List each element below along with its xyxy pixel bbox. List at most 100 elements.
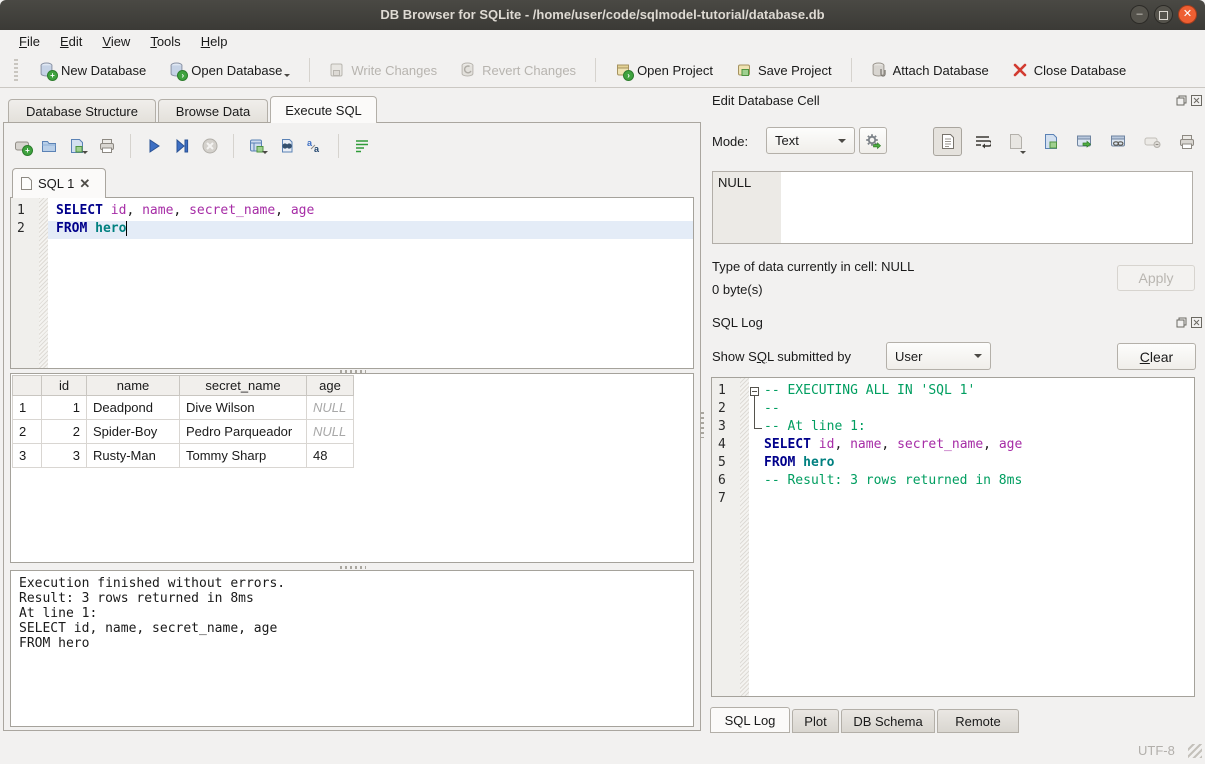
- open-project-button[interactable]: › Open Project: [607, 58, 721, 82]
- print-icon[interactable]: [98, 137, 116, 155]
- save-sql-file-icon[interactable]: [68, 137, 88, 155]
- copy-link-button[interactable]: [1105, 128, 1132, 155]
- tab-browse-data[interactable]: Browse Data: [158, 99, 268, 123]
- float-panel-icon[interactable]: [1176, 95, 1187, 106]
- float-panel-icon[interactable]: [1176, 317, 1187, 328]
- message-line: At line 1:: [19, 606, 685, 621]
- dock-tab-db-schema[interactable]: DB Schema: [841, 709, 935, 733]
- menu-help[interactable]: Help: [192, 32, 237, 51]
- sql-editor[interactable]: 1 2 SELECT id, name, secret_name, age FR…: [10, 197, 694, 369]
- tab-execute-sql[interactable]: Execute SQL: [270, 96, 377, 123]
- log-filter-value: User: [895, 349, 922, 364]
- open-external-button[interactable]: [1071, 128, 1098, 155]
- log-line-6: -- Result: 3 rows returned in 8ms: [764, 473, 1022, 488]
- cell-secret-name[interactable]: Dive Wilson: [180, 396, 307, 420]
- new-sql-tab-icon[interactable]: +: [14, 137, 30, 156]
- corner-header[interactable]: [13, 376, 42, 396]
- column-header-age[interactable]: age: [307, 376, 354, 396]
- minimize-button[interactable]: –: [1130, 5, 1149, 24]
- cell-age[interactable]: 48: [307, 444, 354, 468]
- open-database-caret-icon[interactable]: [284, 74, 290, 77]
- cell-value-editor[interactable]: NULL: [712, 171, 1193, 244]
- cell-age[interactable]: NULL: [307, 396, 354, 420]
- close-database-label: Close Database: [1034, 63, 1127, 78]
- tab-database-structure[interactable]: Database Structure: [8, 99, 156, 123]
- cell-age[interactable]: NULL: [307, 420, 354, 444]
- export-results-icon[interactable]: [248, 137, 268, 155]
- sql-log-panel-buttons: [1176, 317, 1202, 328]
- menu-edit[interactable]: Edit: [51, 32, 91, 51]
- word-wrap-icon[interactable]: [353, 137, 371, 155]
- line-number: 5: [718, 455, 726, 470]
- resize-grip[interactable]: [1188, 744, 1202, 758]
- dock-tab-remote[interactable]: Remote: [937, 709, 1019, 733]
- cell-name[interactable]: Spider-Boy: [87, 420, 180, 444]
- auto-apply-button[interactable]: [859, 127, 887, 154]
- column-header-id[interactable]: id: [42, 376, 87, 396]
- execute-all-icon[interactable]: [145, 137, 163, 155]
- table-row[interactable]: 2 2 Spider-Boy Pedro Parqueador NULL: [13, 420, 354, 444]
- save-project-button[interactable]: Save Project: [728, 58, 840, 82]
- format-sql-icon[interactable]: aa: [306, 137, 324, 155]
- toolbar-drag-handle[interactable]: [14, 59, 18, 81]
- apply-button-label: Apply: [1138, 270, 1173, 286]
- sql-file-tab[interactable]: SQL 1 ✕: [12, 168, 106, 198]
- open-project-label: Open Project: [637, 63, 713, 78]
- menu-file[interactable]: File: [10, 32, 49, 51]
- table-row[interactable]: 1 1 Deadpond Dive Wilson NULL: [13, 396, 354, 420]
- clear-log-button[interactable]: Clear: [1117, 343, 1196, 370]
- row-header[interactable]: 1: [13, 396, 42, 420]
- find-icon[interactable]: [278, 137, 296, 155]
- pane-splitter[interactable]: [701, 412, 704, 438]
- menu-view[interactable]: View: [93, 32, 139, 51]
- cell-name[interactable]: Deadpond: [87, 396, 180, 420]
- export-data-button[interactable]: [1037, 128, 1064, 155]
- set-null-button: [1139, 128, 1166, 155]
- sql-editor-toolbar: + aa: [14, 132, 371, 160]
- table-row[interactable]: 3 3 Rusty-Man Tommy Sharp 48: [13, 444, 354, 468]
- attach-database-icon: [871, 62, 887, 78]
- cell-name[interactable]: Rusty-Man: [87, 444, 180, 468]
- column-header-secret-name[interactable]: secret_name: [180, 376, 307, 396]
- text-mode-button[interactable]: [933, 127, 962, 156]
- message-line: Execution finished without errors.: [19, 576, 685, 591]
- save-sql-caret-icon[interactable]: [82, 151, 88, 154]
- column-header-name[interactable]: name: [87, 376, 180, 396]
- close-panel-icon[interactable]: [1191, 95, 1202, 106]
- close-panel-icon[interactable]: [1191, 317, 1202, 328]
- row-header[interactable]: 2: [13, 420, 42, 444]
- revert-changes-label: Revert Changes: [482, 63, 576, 78]
- open-sql-file-icon[interactable]: [40, 137, 58, 155]
- cell-secret-name[interactable]: Pedro Parqueador: [180, 420, 307, 444]
- log-filter-select[interactable]: User: [886, 342, 991, 370]
- cell-id[interactable]: 1: [42, 396, 87, 420]
- menu-tools[interactable]: Tools: [141, 32, 189, 51]
- word-wrap-cell-button[interactable]: [969, 128, 996, 155]
- app-window: DB Browser for SQLite - /home/user/code/…: [0, 0, 1205, 764]
- sql-log-view[interactable]: 1 2 3 4 5 6 7 -- EXECUTING ALL IN 'SQL 1…: [711, 377, 1195, 697]
- export-results-caret-icon[interactable]: [262, 151, 268, 154]
- results-table[interactable]: id name secret_name age 1 1 Deadpond Div…: [12, 375, 354, 468]
- sql-tab-close-icon[interactable]: ✕: [79, 176, 90, 192]
- sql-file-tab-label: SQL 1: [38, 176, 74, 191]
- row-header[interactable]: 3: [13, 444, 42, 468]
- cell-id[interactable]: 2: [42, 420, 87, 444]
- cell-size-info: 0 byte(s): [712, 282, 763, 297]
- maximize-button[interactable]: [1154, 5, 1173, 24]
- dock-tab-plot[interactable]: Plot: [792, 709, 839, 733]
- open-database-button[interactable]: › Open Database: [161, 58, 298, 82]
- maximize-icon: [1159, 11, 1168, 20]
- cell-value-text: NULL: [713, 172, 781, 190]
- close-database-button[interactable]: Close Database: [1004, 58, 1135, 82]
- attach-database-button[interactable]: Attach Database: [863, 58, 997, 82]
- dock-tab-sql-log[interactable]: SQL Log: [710, 707, 790, 733]
- execute-line-icon[interactable]: [173, 137, 191, 155]
- fold-collapse-icon[interactable]: [750, 387, 759, 396]
- mode-select[interactable]: Text: [766, 127, 855, 154]
- results-message-splitter[interactable]: [340, 566, 366, 569]
- close-button[interactable]: ✕: [1178, 5, 1197, 24]
- cell-id[interactable]: 3: [42, 444, 87, 468]
- cell-secret-name[interactable]: Tommy Sharp: [180, 444, 307, 468]
- new-database-button[interactable]: + New Database: [31, 58, 154, 82]
- print-cell-button[interactable]: [1173, 128, 1200, 155]
